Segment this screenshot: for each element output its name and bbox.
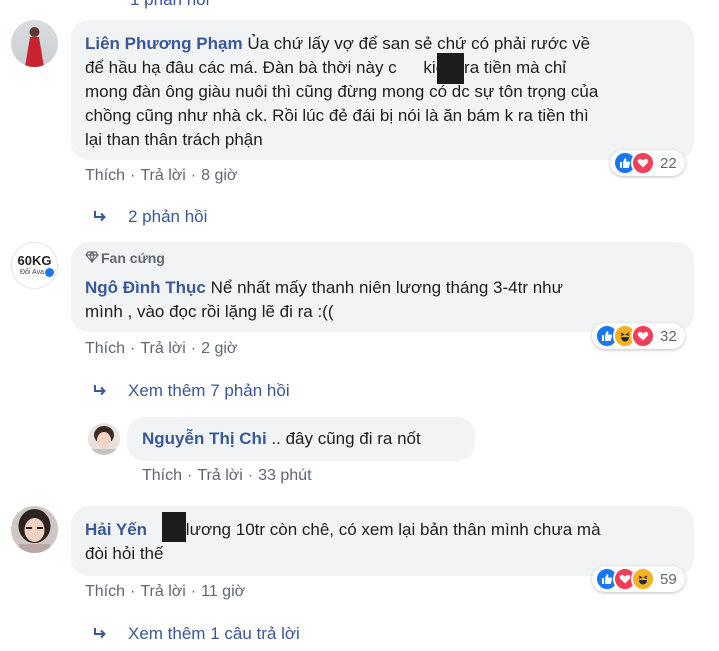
reply-arrow-icon bbox=[94, 209, 128, 227]
comment-text: Nguyễn Thị Chi .. đây cũng đi ra nốt bbox=[142, 429, 421, 448]
like-link[interactable]: Thích bbox=[85, 340, 125, 357]
comment-actions: Thích · Trả lời · 2 giờ bbox=[85, 340, 238, 357]
censor-block bbox=[162, 512, 186, 542]
like-link[interactable]: Thích bbox=[85, 583, 125, 600]
love-reaction-icon bbox=[631, 324, 655, 348]
avatar[interactable] bbox=[11, 20, 58, 67]
avatar[interactable] bbox=[11, 506, 58, 553]
timestamp[interactable]: 2 giờ bbox=[201, 340, 237, 357]
reaction-count: 32 bbox=[660, 327, 677, 345]
timestamp[interactable]: 8 giờ bbox=[201, 167, 237, 184]
reaction-summary[interactable]: 22 bbox=[610, 150, 685, 176]
comment-text: Ngô Đình Thục Nể nhất mấy thanh niên lươ… bbox=[85, 278, 564, 321]
reaction-summary[interactable]: 59 bbox=[592, 566, 685, 592]
comment-author[interactable]: Hải Yến bbox=[85, 520, 147, 539]
avatar-text: 60KG bbox=[17, 253, 52, 268]
like-link[interactable]: Thích bbox=[142, 467, 182, 484]
reply-link[interactable]: Trả lời bbox=[140, 340, 185, 357]
avatar[interactable] bbox=[88, 423, 120, 455]
comment-actions: Thích · Trả lời · 11 giờ bbox=[85, 583, 246, 600]
view-replies-link[interactable]: Xem thêm 7 phản hồi bbox=[94, 381, 290, 401]
fan-badge[interactable]: Fan cứng bbox=[85, 250, 165, 266]
avatar[interactable]: 60KG Đổi Ava bbox=[11, 242, 58, 289]
diamond-icon bbox=[85, 250, 101, 266]
avatar-photo bbox=[18, 509, 51, 553]
avatar-photo bbox=[93, 426, 115, 455]
censor-block bbox=[437, 53, 464, 84]
view-replies-link[interactable]: 2 phản hồi bbox=[94, 207, 207, 227]
comment-author[interactable]: Nguyễn Thị Chi bbox=[142, 429, 267, 448]
verified-icon bbox=[45, 268, 54, 277]
timestamp[interactable]: 33 phút bbox=[258, 467, 311, 484]
view-replies-link[interactable]: Xem thêm 1 câu trả lời bbox=[94, 624, 300, 644]
reaction-count: 22 bbox=[660, 154, 677, 172]
comment-author[interactable]: Ngô Đình Thục bbox=[85, 278, 206, 297]
reply-link[interactable]: Trả lời bbox=[140, 167, 185, 184]
like-link[interactable]: Thích bbox=[85, 167, 125, 184]
reply-link[interactable]: Trả lời bbox=[197, 467, 242, 484]
comment-actions: Thích · Trả lời · 8 giờ bbox=[85, 167, 238, 184]
avatar-photo bbox=[25, 27, 44, 67]
reaction-count: 59 bbox=[660, 570, 677, 588]
reply-link[interactable]: Trả lời bbox=[140, 583, 185, 600]
reply-arrow-icon bbox=[94, 626, 128, 644]
timestamp[interactable]: 11 giờ bbox=[201, 583, 245, 600]
haha-reaction-icon bbox=[631, 567, 655, 591]
replies-link-partial[interactable]: 1 phản hồi bbox=[130, 0, 209, 10]
comment-actions: Thích · Trả lời · 33 phút bbox=[142, 467, 312, 484]
love-reaction-icon bbox=[631, 151, 655, 175]
reply-arrow-icon bbox=[94, 383, 128, 401]
comment-text: Liên Phương Phạm Ủa chứ lấy vợ để san sẻ… bbox=[85, 34, 599, 149]
reaction-summary[interactable]: 32 bbox=[592, 323, 685, 349]
comment-author[interactable]: Liên Phương Phạm bbox=[85, 34, 243, 53]
